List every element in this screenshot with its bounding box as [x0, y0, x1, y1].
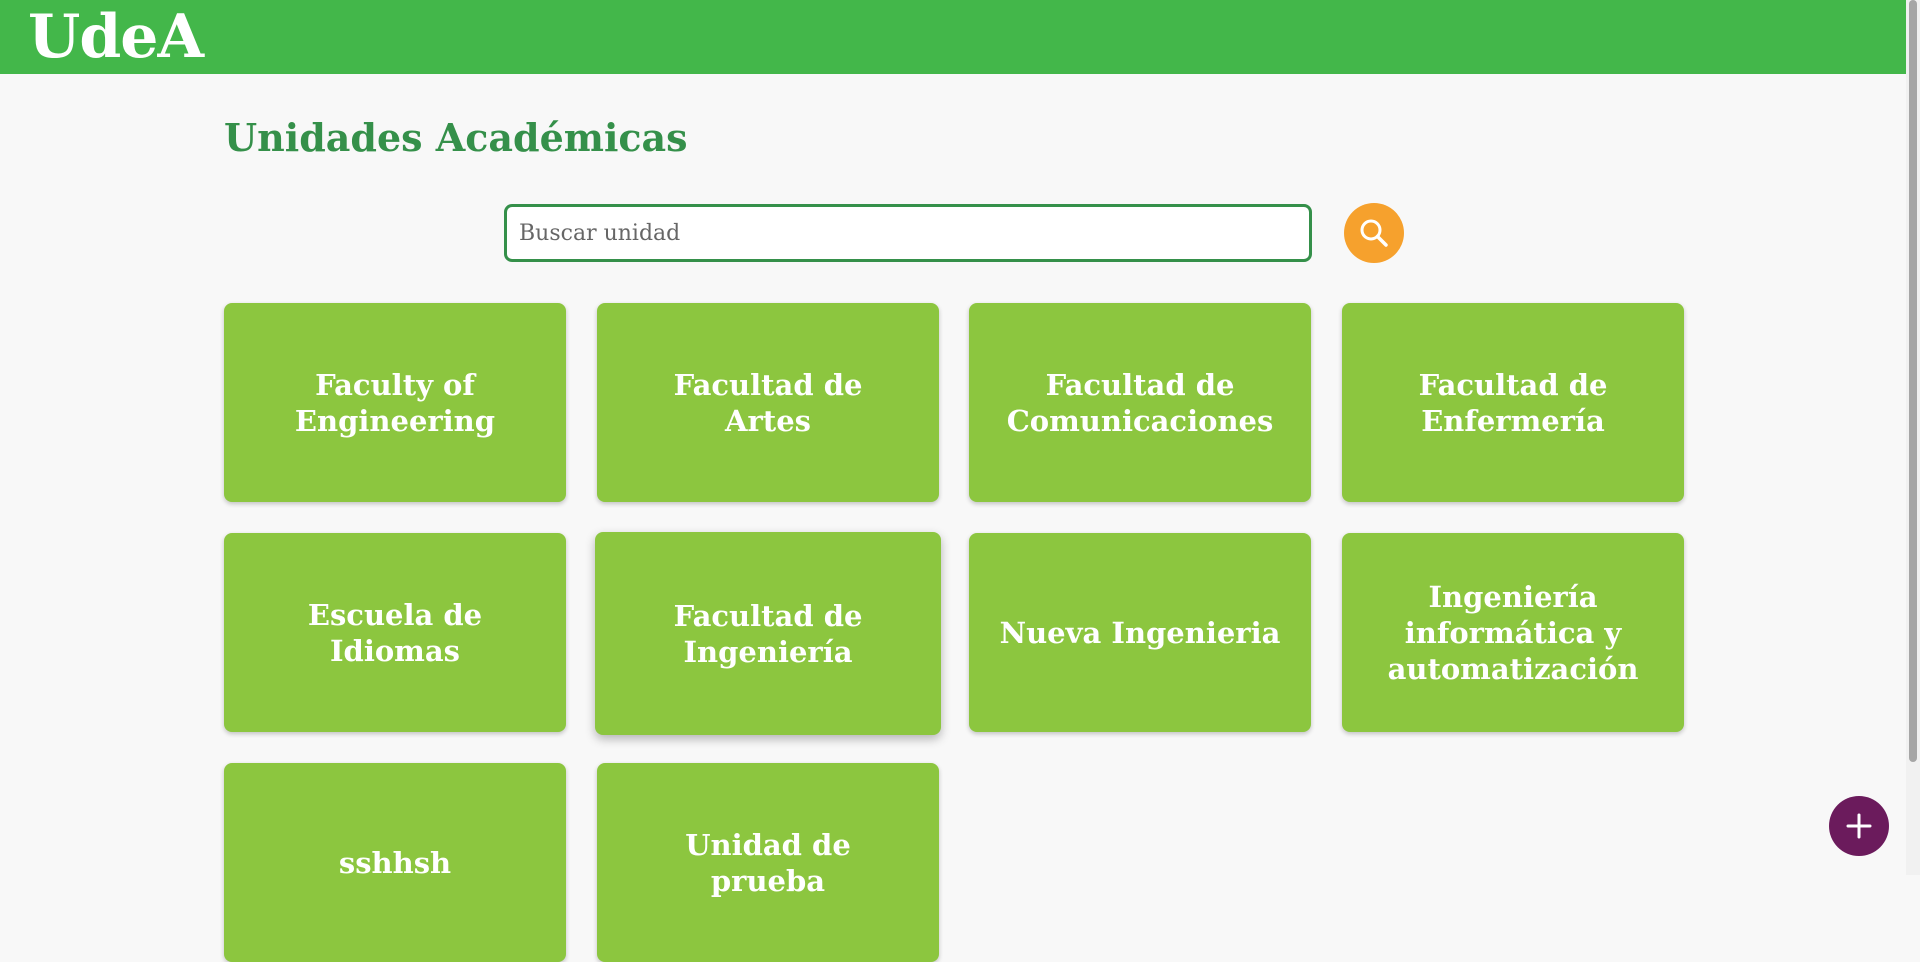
search-input[interactable] — [504, 204, 1312, 262]
plus-icon — [1846, 813, 1872, 839]
scrollbar-thumb[interactable] — [1909, 0, 1917, 762]
unit-card-label: Faculty of Engineering — [294, 367, 496, 438]
unit-card-label: Ingeniería informática y automatización — [1387, 579, 1639, 686]
add-unit-button[interactable] — [1829, 796, 1889, 856]
unit-card-label: Facultad de Comunicaciones — [1006, 367, 1274, 438]
unit-card-label: Facultad de Enfermería — [1418, 367, 1608, 438]
unit-card-facultad-de-comunicaciones[interactable]: Facultad de Comunicaciones — [969, 303, 1311, 502]
page-title: Unidades Académicas — [224, 115, 688, 160]
unit-card-label: Unidad de prueba — [685, 827, 851, 898]
unit-card-label: Facultad de Artes — [673, 367, 863, 438]
unit-card-escuela-de-idiomas[interactable]: Escuela de Idiomas — [224, 533, 566, 732]
unit-card-label: sshhsh — [338, 845, 452, 880]
udea-logo[interactable]: UdeA — [28, 2, 204, 72]
unit-card-facultad-de-artes[interactable]: Facultad de Artes — [597, 303, 939, 502]
unit-card-label: Facultad de Ingeniería — [673, 598, 863, 669]
page-scrollbar[interactable] — [1906, 0, 1920, 875]
unit-card-ingenieria-informatica[interactable]: Ingeniería informática y automatización — [1342, 533, 1684, 732]
search-icon — [1360, 219, 1388, 247]
unit-card-nueva-ingenieria[interactable]: Nueva Ingenieria — [969, 533, 1311, 732]
unit-card-facultad-de-enfermeria[interactable]: Facultad de Enfermería — [1342, 303, 1684, 502]
unit-card-label: Nueva Ingenieria — [999, 615, 1281, 650]
top-bar: UdeA — [0, 0, 1906, 74]
unit-card-label: Escuela de Idiomas — [307, 597, 483, 668]
unit-card-sshhsh[interactable]: sshhsh — [224, 763, 566, 962]
search-button[interactable] — [1344, 203, 1404, 263]
unit-card-unidad-de-prueba[interactable]: Unidad de prueba — [597, 763, 939, 962]
unit-card-facultad-de-ingenieria[interactable]: Facultad de Ingeniería — [595, 532, 941, 735]
unit-card-faculty-of-engineering[interactable]: Faculty of Engineering — [224, 303, 566, 502]
